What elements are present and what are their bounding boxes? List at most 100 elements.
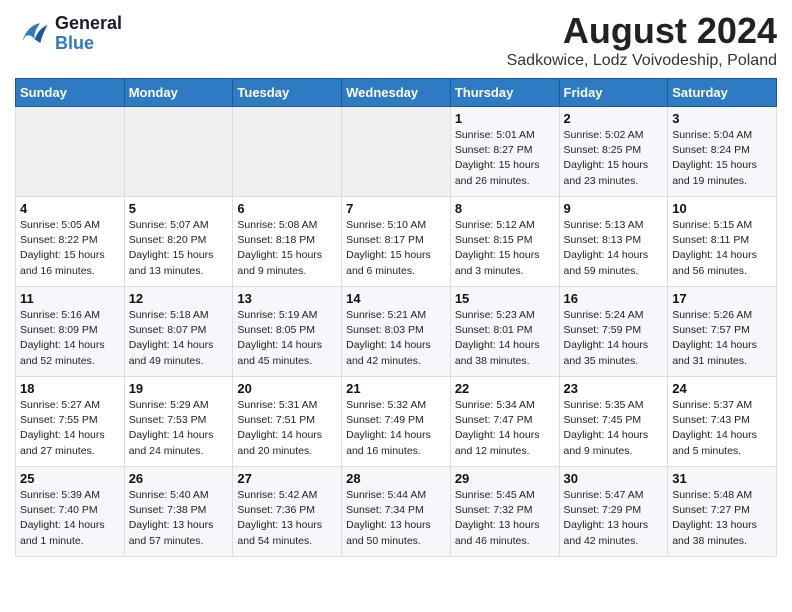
day-number: 1: [455, 111, 555, 126]
day-number: 25: [20, 471, 120, 486]
calendar-cell: 22 Sunrise: 5:34 AM Sunset: 7:47 PM Dayli…: [450, 377, 559, 467]
day-info: Sunrise: 5:04 AM Sunset: 8:24 PM Dayligh…: [672, 128, 772, 189]
day-info: Sunrise: 5:37 AM Sunset: 7:43 PM Dayligh…: [672, 398, 772, 459]
day-info: Sunrise: 5:29 AM Sunset: 7:53 PM Dayligh…: [129, 398, 229, 459]
calendar-cell: 27Sunrise: 5:42 AM Sunset: 7:36 PM Dayli…: [233, 467, 342, 557]
calendar-cell: 10 Sunrise: 5:15 AM Sunset: 8:11 PM Dayli…: [668, 197, 777, 287]
location-title: Sadkowice, Lodz Voivodeship, Poland: [507, 52, 777, 70]
day-info: Sunrise: 5:15 AM Sunset: 8:11 PM Dayligh…: [672, 218, 772, 279]
day-number: 14: [346, 291, 446, 306]
title-area: August 2024 Sadkowice, Lodz Voivodeship,…: [507, 10, 777, 70]
calendar-cell: 2Sunrise: 5:02 AM Sunset: 8:25 PM Daylig…: [559, 107, 668, 197]
calendar-cell: 18 Sunrise: 5:27 AM Sunset: 7:55 PM Dayli…: [16, 377, 125, 467]
calendar-cell: 4 Sunrise: 5:05 AM Sunset: 8:22 PM Daylig…: [16, 197, 125, 287]
day-info: Sunrise: 5:16 AM Sunset: 8:09 PM Dayligh…: [20, 308, 120, 369]
day-number: 29: [455, 471, 555, 486]
calendar-week-row: 11 Sunrise: 5:16 AM Sunset: 8:09 PM Dayli…: [16, 287, 777, 377]
day-info: Sunrise: 5:21 AM Sunset: 8:03 PM Dayligh…: [346, 308, 446, 369]
calendar-cell: [342, 107, 451, 197]
day-info: Sunrise: 5:24 AM Sunset: 7:59 PM Dayligh…: [564, 308, 664, 369]
calendar-cell: 8Sunrise: 5:12 AM Sunset: 8:15 PM Daylig…: [450, 197, 559, 287]
calendar-cell: 23 Sunrise: 5:35 AM Sunset: 7:45 PM Dayli…: [559, 377, 668, 467]
day-info: Sunrise: 5:18 AM Sunset: 8:07 PM Dayligh…: [129, 308, 229, 369]
day-number: 19: [129, 381, 229, 396]
day-number: 10: [672, 201, 772, 216]
day-info: Sunrise: 5:31 AM Sunset: 7:51 PM Dayligh…: [237, 398, 337, 459]
calendar-cell: 7 Sunrise: 5:10 AM Sunset: 8:17 PM Daylig…: [342, 197, 451, 287]
day-info: Sunrise: 5:27 AM Sunset: 7:55 PM Dayligh…: [20, 398, 120, 459]
day-info: Sunrise: 5:35 AM Sunset: 7:45 PM Dayligh…: [564, 398, 664, 459]
calendar-cell: 5 Sunrise: 5:07 AM Sunset: 8:20 PM Daylig…: [124, 197, 233, 287]
day-number: 2: [564, 111, 664, 126]
calendar-header-wednesday: Wednesday: [342, 79, 451, 107]
calendar-cell: 17Sunrise: 5:26 AM Sunset: 7:57 PM Dayli…: [668, 287, 777, 377]
calendar-cell: 15 Sunrise: 5:23 AM Sunset: 8:01 PM Dayli…: [450, 287, 559, 377]
day-info: Sunrise: 5:48 AM Sunset: 7:27 PM Dayligh…: [672, 488, 772, 549]
day-info: Sunrise: 5:23 AM Sunset: 8:01 PM Dayligh…: [455, 308, 555, 369]
day-number: 12: [129, 291, 229, 306]
day-info: Sunrise: 5:39 AM Sunset: 7:40 PM Dayligh…: [20, 488, 120, 549]
day-info: Sunrise: 5:45 AM Sunset: 7:32 PM Dayligh…: [455, 488, 555, 549]
calendar-cell: [124, 107, 233, 197]
calendar-table: SundayMondayTuesdayWednesdayThursdayFrid…: [15, 78, 777, 557]
calendar-cell: 21Sunrise: 5:32 AM Sunset: 7:49 PM Dayli…: [342, 377, 451, 467]
calendar-cell: 31 Sunrise: 5:48 AM Sunset: 7:27 PM Dayli…: [668, 467, 777, 557]
day-number: 16: [564, 291, 664, 306]
day-info: Sunrise: 5:01 AM Sunset: 8:27 PM Dayligh…: [455, 128, 555, 189]
day-info: Sunrise: 5:40 AM Sunset: 7:38 PM Dayligh…: [129, 488, 229, 549]
day-number: 28: [346, 471, 446, 486]
calendar-header-sunday: Sunday: [16, 79, 125, 107]
calendar-cell: 14 Sunrise: 5:21 AM Sunset: 8:03 PM Dayli…: [342, 287, 451, 377]
calendar-cell: 20 Sunrise: 5:31 AM Sunset: 7:51 PM Dayli…: [233, 377, 342, 467]
day-number: 18: [20, 381, 120, 396]
day-info: Sunrise: 5:44 AM Sunset: 7:34 PM Dayligh…: [346, 488, 446, 549]
calendar-cell: 12 Sunrise: 5:18 AM Sunset: 8:07 PM Dayli…: [124, 287, 233, 377]
day-number: 24: [672, 381, 772, 396]
calendar-week-row: 18 Sunrise: 5:27 AM Sunset: 7:55 PM Dayli…: [16, 377, 777, 467]
calendar-cell: 26Sunrise: 5:40 AM Sunset: 7:38 PM Dayli…: [124, 467, 233, 557]
calendar-cell: 30Sunrise: 5:47 AM Sunset: 7:29 PM Dayli…: [559, 467, 668, 557]
calendar-header-thursday: Thursday: [450, 79, 559, 107]
calendar-cell: 13 Sunrise: 5:19 AM Sunset: 8:05 PM Dayli…: [233, 287, 342, 377]
day-number: 11: [20, 291, 120, 306]
day-number: 9: [564, 201, 664, 216]
calendar-cell: [16, 107, 125, 197]
day-number: 23: [564, 381, 664, 396]
day-info: Sunrise: 5:10 AM Sunset: 8:17 PM Dayligh…: [346, 218, 446, 279]
calendar-cell: 29 Sunrise: 5:45 AM Sunset: 7:32 PM Dayli…: [450, 467, 559, 557]
calendar-week-row: 25 Sunrise: 5:39 AM Sunset: 7:40 PM Dayli…: [16, 467, 777, 557]
day-number: 15: [455, 291, 555, 306]
calendar-cell: 24 Sunrise: 5:37 AM Sunset: 7:43 PM Dayli…: [668, 377, 777, 467]
day-info: Sunrise: 5:07 AM Sunset: 8:20 PM Dayligh…: [129, 218, 229, 279]
calendar-cell: 3 Sunrise: 5:04 AM Sunset: 8:24 PM Daylig…: [668, 107, 777, 197]
calendar-cell: 1 Sunrise: 5:01 AM Sunset: 8:27 PM Daylig…: [450, 107, 559, 197]
day-info: Sunrise: 5:13 AM Sunset: 8:13 PM Dayligh…: [564, 218, 664, 279]
calendar-cell: 19 Sunrise: 5:29 AM Sunset: 7:53 PM Dayli…: [124, 377, 233, 467]
day-number: 20: [237, 381, 337, 396]
calendar-header-saturday: Saturday: [668, 79, 777, 107]
day-number: 4: [20, 201, 120, 216]
day-info: Sunrise: 5:19 AM Sunset: 8:05 PM Dayligh…: [237, 308, 337, 369]
day-number: 7: [346, 201, 446, 216]
page-header: GeneralBlue August 2024 Sadkowice, Lodz …: [15, 10, 777, 70]
day-info: Sunrise: 5:12 AM Sunset: 8:15 PM Dayligh…: [455, 218, 555, 279]
calendar-cell: 11 Sunrise: 5:16 AM Sunset: 8:09 PM Dayli…: [16, 287, 125, 377]
day-info: Sunrise: 5:34 AM Sunset: 7:47 PM Dayligh…: [455, 398, 555, 459]
day-number: 22: [455, 381, 555, 396]
calendar-cell: 28 Sunrise: 5:44 AM Sunset: 7:34 PM Dayli…: [342, 467, 451, 557]
day-info: Sunrise: 5:47 AM Sunset: 7:29 PM Dayligh…: [564, 488, 664, 549]
day-number: 17: [672, 291, 772, 306]
day-info: Sunrise: 5:32 AM Sunset: 7:49 PM Dayligh…: [346, 398, 446, 459]
month-title: August 2024: [507, 10, 777, 52]
day-number: 31: [672, 471, 772, 486]
day-info: Sunrise: 5:05 AM Sunset: 8:22 PM Dayligh…: [20, 218, 120, 279]
calendar-cell: 6Sunrise: 5:08 AM Sunset: 8:18 PM Daylig…: [233, 197, 342, 287]
calendar-header-monday: Monday: [124, 79, 233, 107]
logo-bird-icon: [15, 16, 51, 52]
day-number: 13: [237, 291, 337, 306]
calendar-header-row: SundayMondayTuesdayWednesdayThursdayFrid…: [16, 79, 777, 107]
day-number: 3: [672, 111, 772, 126]
day-number: 5: [129, 201, 229, 216]
day-info: Sunrise: 5:08 AM Sunset: 8:18 PM Dayligh…: [237, 218, 337, 279]
calendar-cell: [233, 107, 342, 197]
